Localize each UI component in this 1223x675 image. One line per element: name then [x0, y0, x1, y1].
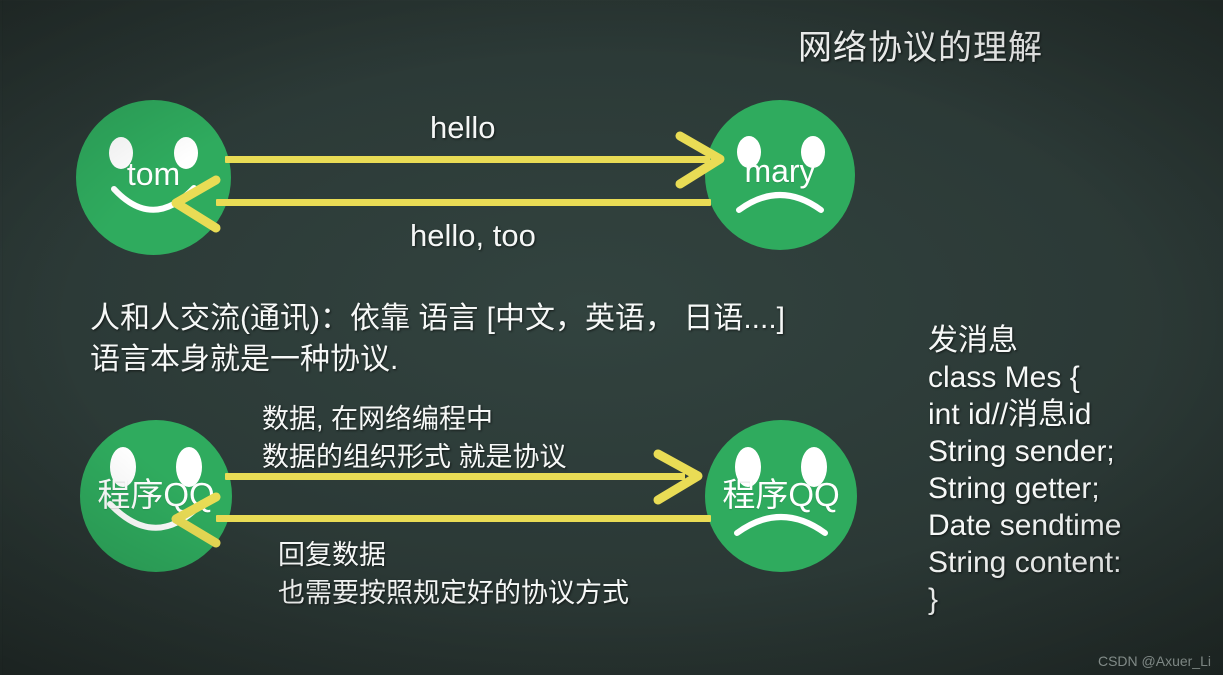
code-panel: 发消息 class Mes { int id//消息id String send…	[928, 322, 1121, 618]
middle-paragraph-line1: 人和人交流(通讯)：依靠 语言 [中文，英语， 日语....]	[90, 302, 785, 335]
message-hello-label: hello	[430, 110, 496, 145]
arrow-reply-head-icon	[170, 492, 221, 548]
arrow-data-head-icon	[653, 449, 703, 505]
arrow-hello-head-icon	[675, 131, 725, 189]
node-mary: mary	[705, 100, 855, 250]
code-line: int id//消息id	[928, 398, 1092, 431]
slide-canvas: 网络协议的理解 tom mary hello hello, too 人和人交流(…	[0, 0, 1223, 675]
note-reply-protocol-line2: 也需要按照规定好的协议方式	[278, 578, 629, 608]
node-mary-label: mary	[744, 153, 816, 189]
code-line: String getter;	[928, 472, 1100, 505]
note-reply-protocol: 回复数据 也需要按照规定好的协议方式	[278, 536, 629, 612]
watermark: CSDN @Axuer_Li	[1097, 653, 1211, 669]
code-panel-heading: 发消息	[928, 324, 1018, 357]
code-line: }	[928, 583, 939, 616]
node-program-qq-right-label: 程序QQ	[722, 476, 840, 513]
arrow-hello-too-line	[216, 199, 711, 206]
note-data-protocol: 数据, 在网络编程中 数据的组织形式 就是协议	[262, 400, 567, 476]
middle-paragraph-line2: 语言本身就是一种协议.	[90, 343, 399, 376]
page-title: 网络协议的理解	[798, 29, 1043, 67]
note-data-protocol-line1: 数据, 在网络编程中	[262, 404, 494, 434]
note-reply-protocol-line1: 回复数据	[278, 540, 386, 570]
arrow-reply-line	[216, 515, 711, 522]
code-line: String content:	[928, 546, 1122, 579]
code-line: Date sendtime	[928, 509, 1122, 542]
message-hello-too-label: hello, too	[410, 218, 536, 253]
code-line: String sender;	[928, 435, 1115, 468]
middle-paragraph: 人和人交流(通讯)：依靠 语言 [中文，英语， 日语....] 语言本身就是一种…	[90, 298, 785, 380]
arrow-hello-too-head-icon	[170, 175, 221, 233]
arrow-hello-line	[225, 156, 710, 163]
node-program-qq-right: 程序QQ	[705, 420, 857, 572]
note-data-protocol-line2: 数据的组织形式 就是协议	[262, 442, 567, 472]
code-line: class Mes {	[928, 361, 1080, 394]
